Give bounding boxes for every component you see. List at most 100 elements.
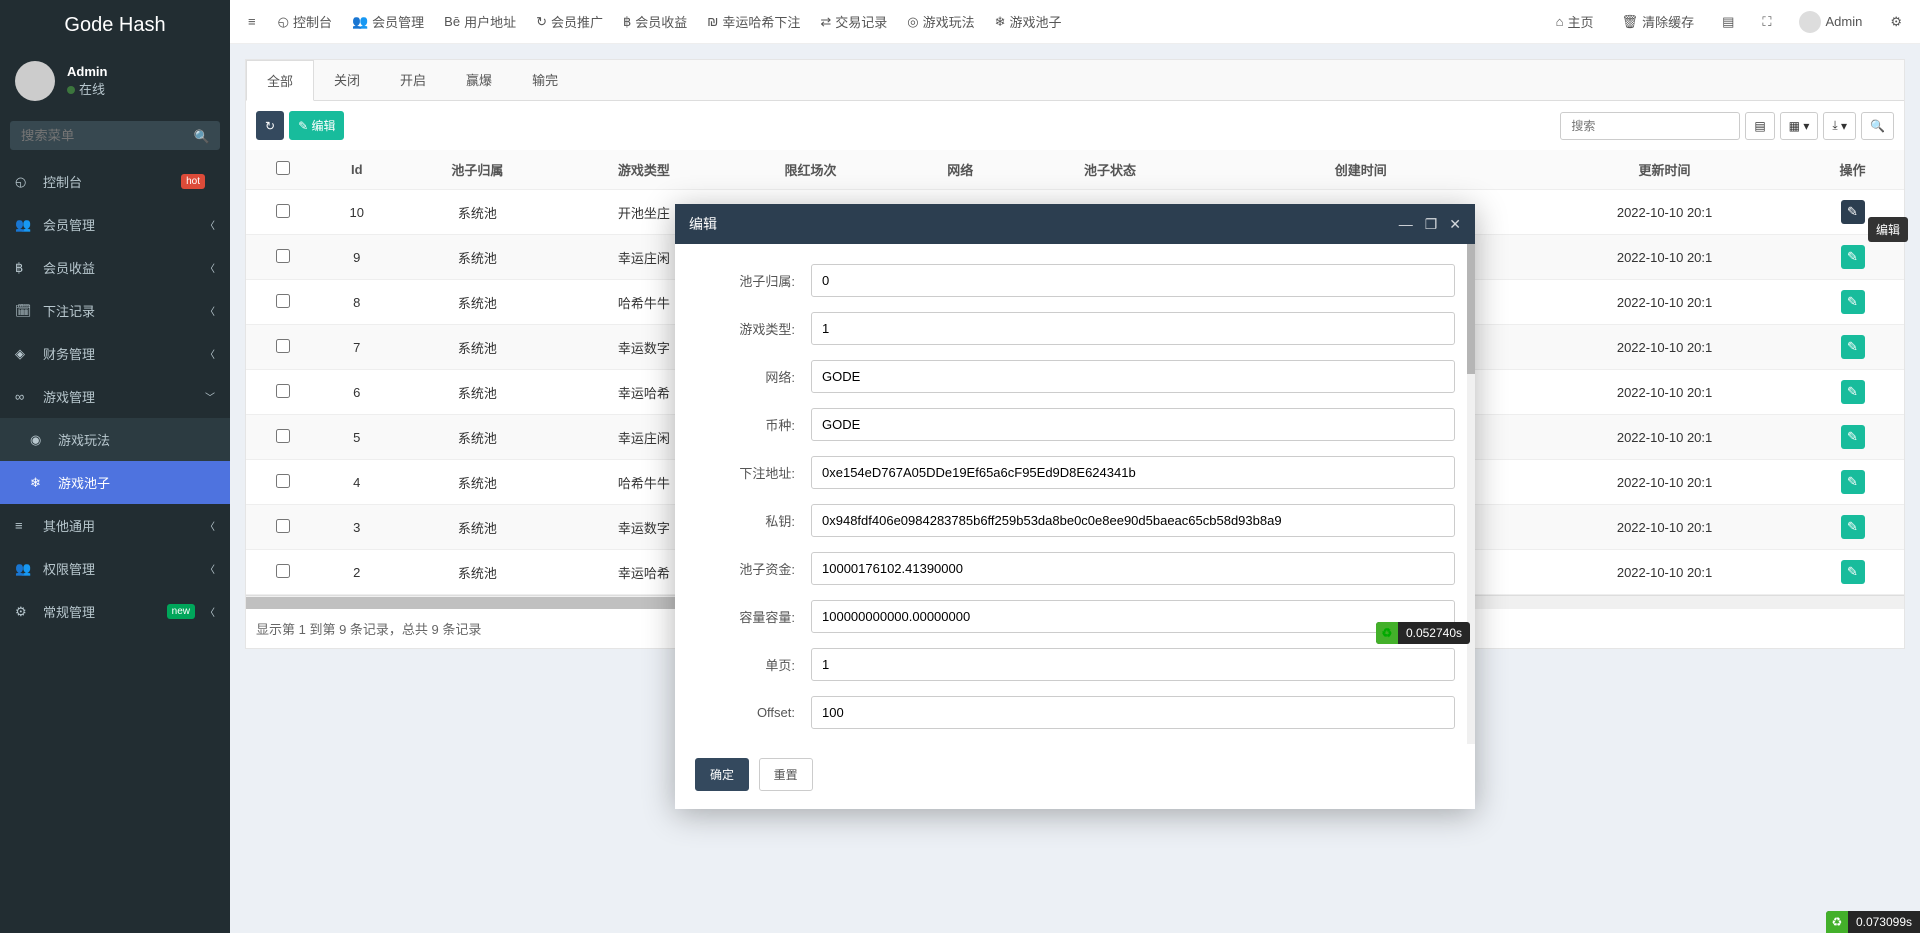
column-header[interactable]: 限红场次 [727,150,894,190]
column-header[interactable]: 池子状态 [1027,150,1194,190]
table-search-input[interactable] [1560,112,1740,140]
cell-owner: 系统池 [394,550,561,595]
row-edit-button[interactable]: ✎ [1841,335,1865,359]
sidebar: Gode Hash Admin 在线 🔍 ◵控制台hot👥会员管理〈฿会员收益〈… [0,0,230,933]
sidebar-item-label: 会员管理 [43,215,205,234]
menu-toggle[interactable]: ≡ [240,14,264,29]
form-input-gtype[interactable] [811,312,1455,345]
column-header[interactable]: Id [319,150,394,190]
filter-tab[interactable]: 开启 [380,60,446,100]
user-menu[interactable]: Admin [1791,11,1870,33]
column-header[interactable]: 游戏类型 [561,150,728,190]
row-edit-button[interactable]: ✎ [1841,470,1865,494]
sidebar-item[interactable]: ◉游戏玩法 [0,418,230,461]
filter-tab[interactable]: 输完 [512,60,578,100]
clear-cache-link[interactable]: 🗑清除缓存 [1614,12,1703,31]
modal-vscroll[interactable] [1467,244,1475,744]
sidebar-item[interactable]: ⚙常规管理new〈 [0,590,230,633]
row-edit-button[interactable]: ✎ [1841,290,1865,314]
column-header[interactable]: 更新时间 [1528,150,1801,190]
cell-id: 2 [319,550,394,595]
column-header[interactable] [246,150,319,190]
form-input-offset[interactable] [811,696,1455,729]
form-input-addr[interactable] [811,456,1455,489]
topnav-item[interactable]: ↻会员推广 [528,12,611,31]
row-checkbox[interactable] [276,339,290,353]
row-checkbox[interactable] [276,429,290,443]
form-input-coin[interactable] [811,408,1455,441]
sidebar-item[interactable]: ❄游戏池子 [0,461,230,504]
menu-search-input[interactable] [10,121,220,150]
row-checkbox[interactable] [276,519,290,533]
filter-tab[interactable]: 赢爆 [446,60,512,100]
search-icon[interactable]: 🔍 [194,129,210,145]
sidebar-item[interactable]: 🗓下注记录〈 [0,289,230,332]
select-all-checkbox[interactable] [276,161,290,175]
column-header[interactable]: 网络 [894,150,1027,190]
gear-icon[interactable]: ⚙ [1882,14,1910,30]
row-edit-button[interactable]: ✎ [1841,425,1865,449]
topnav-item[interactable]: ❄游戏池子 [987,12,1070,31]
column-header[interactable]: 池子归属 [394,150,561,190]
refresh-button[interactable]: ↻ [256,111,284,140]
topnav-item[interactable]: ⇄交易记录 [812,12,895,31]
lang-icon[interactable]: ▤ [1714,14,1742,30]
cell-updated: 2022-10-10 20:1 [1528,280,1801,325]
row-edit-button[interactable]: ✎ [1841,380,1865,404]
sidebar-item[interactable]: 👥权限管理〈 [0,547,230,590]
sidebar-item[interactable]: ≡其他通用〈 [0,504,230,547]
sidebar-item-label: 游戏池子 [58,473,215,492]
topnav-icon: Bē [444,14,460,29]
form-input-cap[interactable] [811,600,1455,633]
topnav-icon: ◎ [907,14,918,30]
topnav-item[interactable]: ₪幸运哈希下注 [699,12,808,31]
maximize-icon[interactable]: ❐ [1425,216,1438,233]
gridview-button[interactable]: ▦ ▾ [1780,112,1819,140]
form-input-page[interactable] [811,648,1455,681]
row-checkbox[interactable] [276,384,290,398]
topnav-item[interactable]: ◎游戏玩法 [899,12,982,31]
row-edit-button[interactable]: ✎ [1841,515,1865,539]
row-checkbox[interactable] [276,474,290,488]
topnav-item[interactable]: ◵控制台 [270,12,340,31]
topnav-item[interactable]: Bē用户地址 [436,12,524,31]
home-link[interactable]: ⌂主页 [1548,12,1602,31]
minimize-icon[interactable]: — [1399,216,1413,232]
row-edit-button[interactable]: ✎ [1841,200,1865,224]
cell-owner: 系统池 [394,280,561,325]
columns-button[interactable]: ▤ [1745,112,1774,140]
topnav-item[interactable]: 👥会员管理 [344,12,432,31]
form-input-pk[interactable] [811,504,1455,537]
chevron-left-icon: 〈 [205,604,215,619]
sidebar-item[interactable]: ◵控制台hot [0,160,230,203]
row-checkbox[interactable] [276,294,290,308]
fullscreen-icon[interactable]: ⛶ [1754,14,1779,30]
topnav-item[interactable]: ฿会员收益 [615,12,695,31]
form-input-net[interactable] [811,360,1455,393]
searchgo-button[interactable]: 🔍 [1861,112,1894,140]
row-edit-button[interactable]: ✎ [1841,560,1865,584]
column-header[interactable]: 操作 [1801,150,1904,190]
cell-owner: 系统池 [394,415,561,460]
row-checkbox[interactable] [276,564,290,578]
sidebar-item-label: 权限管理 [43,559,205,578]
sidebar-item[interactable]: ฿会员收益〈 [0,246,230,289]
sidebar-item[interactable]: ∞游戏管理﹀ [0,375,230,418]
ok-button[interactable]: 确定 [695,758,749,791]
form-input-owner[interactable] [811,264,1455,297]
filter-tab[interactable]: 关闭 [314,60,380,100]
sidebar-item[interactable]: ◈财务管理〈 [0,332,230,375]
topnav-icon: ⇄ [820,14,831,30]
filter-tab[interactable]: 全部 [246,60,314,101]
row-checkbox[interactable] [276,249,290,263]
export-button[interactable]: ⤓ ▾ [1823,112,1856,140]
reset-button[interactable]: 重置 [759,758,813,791]
close-icon[interactable]: ✕ [1449,216,1461,233]
edit-button[interactable]: ✎ 编辑 [289,111,344,140]
row-edit-button[interactable]: ✎ [1841,245,1865,269]
form-input-funds[interactable] [811,552,1455,585]
row-checkbox[interactable] [276,204,290,218]
sidebar-item[interactable]: 👥会员管理〈 [0,203,230,246]
sidebar-item-label: 其他通用 [43,516,205,535]
column-header[interactable]: 创建时间 [1193,150,1528,190]
